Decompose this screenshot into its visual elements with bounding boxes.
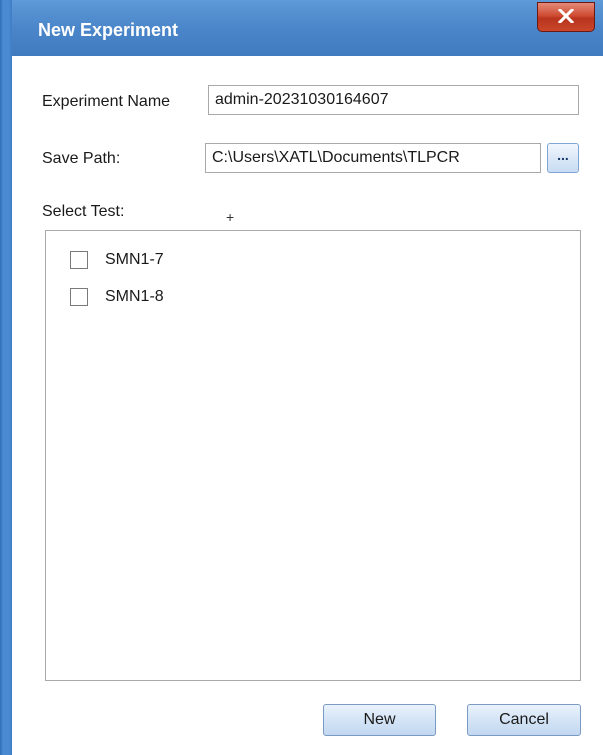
new-experiment-dialog: New Experiment Experiment Name Save Path…: [0, 0, 603, 755]
test-label: SMN1-8: [105, 288, 164, 305]
close-x-icon: [558, 9, 574, 23]
test-label: SMN1-7: [105, 251, 164, 268]
new-button[interactable]: New: [323, 704, 436, 736]
window-left-border: [0, 0, 12, 755]
dialog-title: New Experiment: [38, 20, 179, 40]
experiment-name-input[interactable]: [208, 85, 579, 115]
select-test-label: Select Test:: [42, 203, 125, 220]
dialog-body: Experiment Name Save Path: ... Select Te…: [12, 56, 603, 755]
save-path-label: Save Path:: [42, 150, 121, 167]
title-bar[interactable]: New Experiment: [0, 0, 603, 56]
list-item-smn1-7[interactable]: SMN1-7: [70, 248, 164, 272]
browse-button[interactable]: ...: [547, 143, 579, 173]
save-path-input[interactable]: [205, 143, 541, 173]
experiment-name-label: Experiment Name: [42, 93, 171, 110]
list-item-smn1-8[interactable]: SMN1-8: [70, 285, 164, 309]
checkbox[interactable]: [70, 251, 88, 269]
cancel-button[interactable]: Cancel: [467, 704, 581, 736]
test-list[interactable]: SMN1-7 SMN1-8: [45, 230, 581, 681]
mouse-cursor-icon: +: [226, 209, 235, 225]
checkbox[interactable]: [70, 288, 88, 306]
close-button[interactable]: [537, 2, 595, 32]
